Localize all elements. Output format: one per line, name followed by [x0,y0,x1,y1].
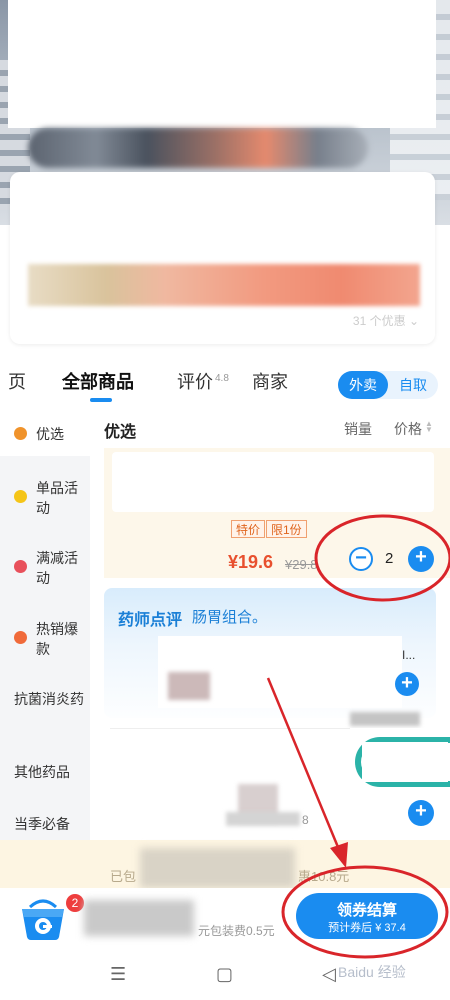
cart-basket-icon[interactable] [18,893,68,943]
home-icon[interactable]: ▢ [216,964,233,985]
original-price: ¥29.8 [285,557,318,572]
product-price: ¥19.6 [228,552,274,572]
price-blurred [350,712,420,726]
discount-badge-icon [14,560,27,573]
sidebar-item-other-drugs[interactable]: 其他药品 [0,760,90,784]
pharmacist-review-desc: 肠胃组合。 [192,609,268,626]
menu-icon[interactable]: ☰ [110,964,126,985]
category-sidebar: 优选 单品活动 满减活动 热销爆款 抗菌消炎药 其他药品 当季必备 [0,410,90,840]
category-title: 优选 [104,424,137,441]
tab-cut[interactable]: 页 [8,368,26,394]
limit-tag: 限1份 [266,520,307,538]
sidebar-item-label: 当季必备 [14,816,70,832]
sidebar-item-label: 热销爆款 [36,621,78,657]
store-name-blurred [28,128,368,168]
sidebar-item-antibiotics[interactable]: 抗菌消炎药 [0,687,90,731]
pharmacist-review-title: 药师点评 [118,612,183,629]
active-tab-indicator [90,398,112,402]
discount-notice-right: 惠10.8元 [298,869,350,884]
delivery-option[interactable]: 外卖 [338,371,388,399]
product-info-blank [112,452,434,512]
tab-reviews-label: 评价 [177,372,213,392]
tab-all-products[interactable]: 全部商品 [62,368,134,394]
checkout-label: 领券结算 [336,902,397,919]
discount-notice-left: 已包 [110,869,137,884]
store-page: 31 个优惠 ⌄ 页 全部商品 评价 4.8 商家 外卖 自取 优选 单品活动 满… [0,0,450,1000]
sort-arrows-icon: ▲ ▼ [425,419,433,434]
cart-total-blurred [84,900,194,936]
divider [110,728,350,729]
tag-badge-icon [14,490,27,503]
flame-badge-icon [14,631,27,644]
baidu-watermark: Baidu 经验 [338,964,406,980]
checkout-estimate: 预计券后 ¥ 37.4 [328,922,406,934]
sidebar-item-label: 抗菌消炎药 [14,691,84,707]
delivery-mode-toggle[interactable]: 外卖 自取 [338,371,438,399]
promo-tags-blurred [28,264,420,306]
store-info-panel [8,0,436,128]
back-icon[interactable]: ◁ [322,964,336,985]
sidebar-item-seasonal[interactable]: 当季必备 [0,812,90,836]
product-thumb-blurred [168,672,210,700]
discount-notice-blurred [140,848,295,888]
packing-fee: 元包装费0.5元 [198,924,275,938]
price-blurred [226,812,300,826]
sidebar-item-hot[interactable]: 热销爆款 [0,617,90,661]
sidebar-item-label: 优选 [36,426,64,442]
sort-by-price[interactable]: 价格 [394,419,422,439]
pharmacist-review-card[interactable]: 药师点评 肠胃组合。 I... [104,588,436,718]
price-tail: 8 [302,813,309,827]
cart-count-badge: 2 [66,894,84,912]
sidebar-item-label: 其他药品 [14,764,70,780]
sidebar-item-youxuan[interactable]: 优选 [0,410,90,456]
sidebar-item-label: 单品活动 [36,480,78,516]
add-to-cart-button[interactable]: + [408,800,434,826]
increase-quantity-button[interactable]: + [408,546,434,572]
store-promo-card[interactable]: 31 个优惠 ⌄ [10,172,435,344]
sidebar-item-discount[interactable]: 满减活动 [0,546,90,590]
sidebar-item-label: 满减活动 [36,550,78,586]
sidebar-item-single-promo[interactable]: 单品活动 [0,476,90,520]
add-to-cart-button[interactable]: + [395,672,419,696]
quantity-value: 2 [385,550,394,567]
pharmacist-review-more: I... [402,648,416,662]
heart-badge-icon [14,427,27,440]
tab-reviews[interactable]: 评价 4.8 [177,368,229,394]
sort-by-sales[interactable]: 销量 [344,419,372,439]
decrease-quantity-button[interactable]: − [349,547,373,571]
checkout-button[interactable]: 领券结算 预计券后 ¥ 37.4 [296,893,438,939]
pickup-option[interactable]: 自取 [388,371,438,399]
rating-score: 4.8 [215,373,229,384]
promo-count[interactable]: 31 个优惠 ⌄ [353,312,419,329]
spec-select-fill [362,742,448,782]
special-price-tag: 特价 [231,520,266,538]
tab-merchant[interactable]: 商家 [252,368,288,394]
